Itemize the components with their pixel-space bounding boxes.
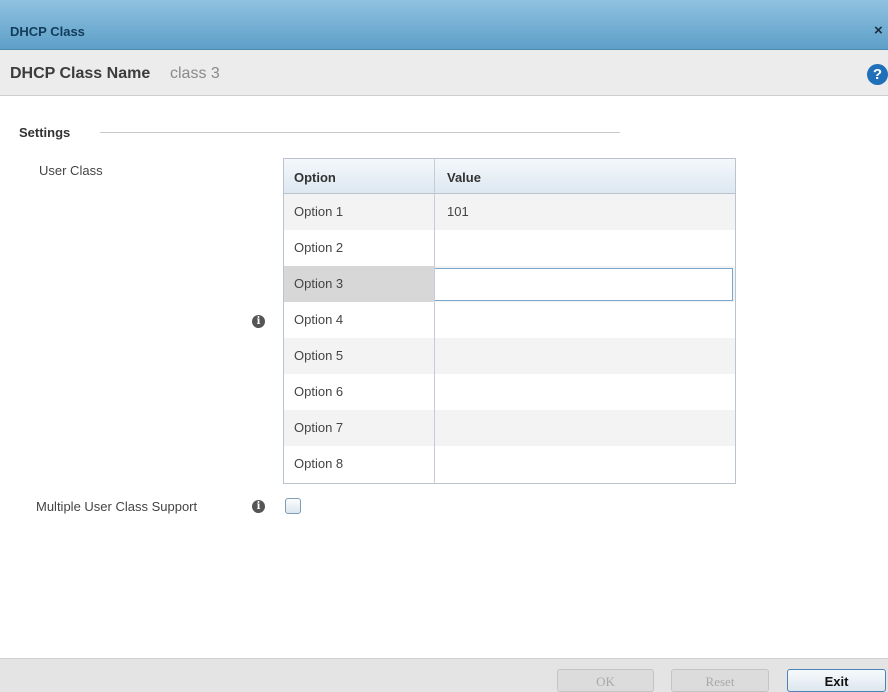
table-row-option-5[interactable]: Option 5 [284,338,735,374]
option-cell: Option 5 [294,348,344,363]
option-cell: Option 8 [294,456,344,471]
table-row-option-7[interactable]: Option 7 [284,410,735,446]
column-header-option[interactable]: Option [294,170,336,185]
ok-button[interactable]: OK [557,669,654,692]
option-cell: Option 6 [294,384,344,399]
multiple-user-class-label: Multiple User Class Support [36,499,198,514]
table-row-option-4[interactable]: Option 4 [284,302,735,338]
option-cell: Option 1 [294,204,344,219]
user-class-info-icon[interactable]: i [252,315,265,328]
option-3-value-input[interactable] [434,268,733,301]
class-name-value: class 3 [170,65,220,82]
dialog-titlebar: DHCP Class × [0,0,888,50]
table-row-option-6[interactable]: Option 6 [284,374,735,410]
reset-button[interactable]: Reset [671,669,769,692]
table-row-option-8[interactable]: Option 8 [284,446,735,482]
help-icon[interactable]: ? [867,64,888,85]
value-cell[interactable] [434,374,735,410]
class-name-label: DHCP Class Name [10,65,151,82]
option-cell: Option 7 [294,420,344,435]
user-class-table: Option Value Option 1 101 Option 2 Optio… [283,158,736,484]
dialog-title: DHCP Class [10,24,85,39]
value-cell[interactable] [434,302,735,338]
value-cell[interactable] [434,446,735,482]
settings-heading: Settings [19,125,71,140]
table-row-option-3[interactable]: Option 3 [284,266,735,302]
exit-button[interactable]: Exit [787,669,886,692]
column-divider [434,159,435,483]
class-name-bar: DHCP Class Name class 3 [0,50,888,96]
value-cell[interactable]: 101 [434,194,735,230]
table-header: Option Value [284,159,735,194]
column-header-value[interactable]: Value [447,170,481,185]
close-icon[interactable]: × [874,22,883,39]
value-cell[interactable] [434,410,735,446]
option-cell: Option 4 [294,312,344,327]
settings-divider [100,132,620,133]
value-cell[interactable] [434,230,735,266]
table-row-option-1[interactable]: Option 1 101 [284,194,735,230]
value-cell[interactable] [434,338,735,374]
option-cell: Option 2 [294,240,344,255]
multiple-user-class-info-icon[interactable]: i [252,500,265,513]
option-cell: Option 3 [284,266,434,302]
user-class-label: User Class [39,163,103,178]
multiple-user-class-checkbox[interactable] [285,498,301,514]
table-row-option-2[interactable]: Option 2 [284,230,735,266]
